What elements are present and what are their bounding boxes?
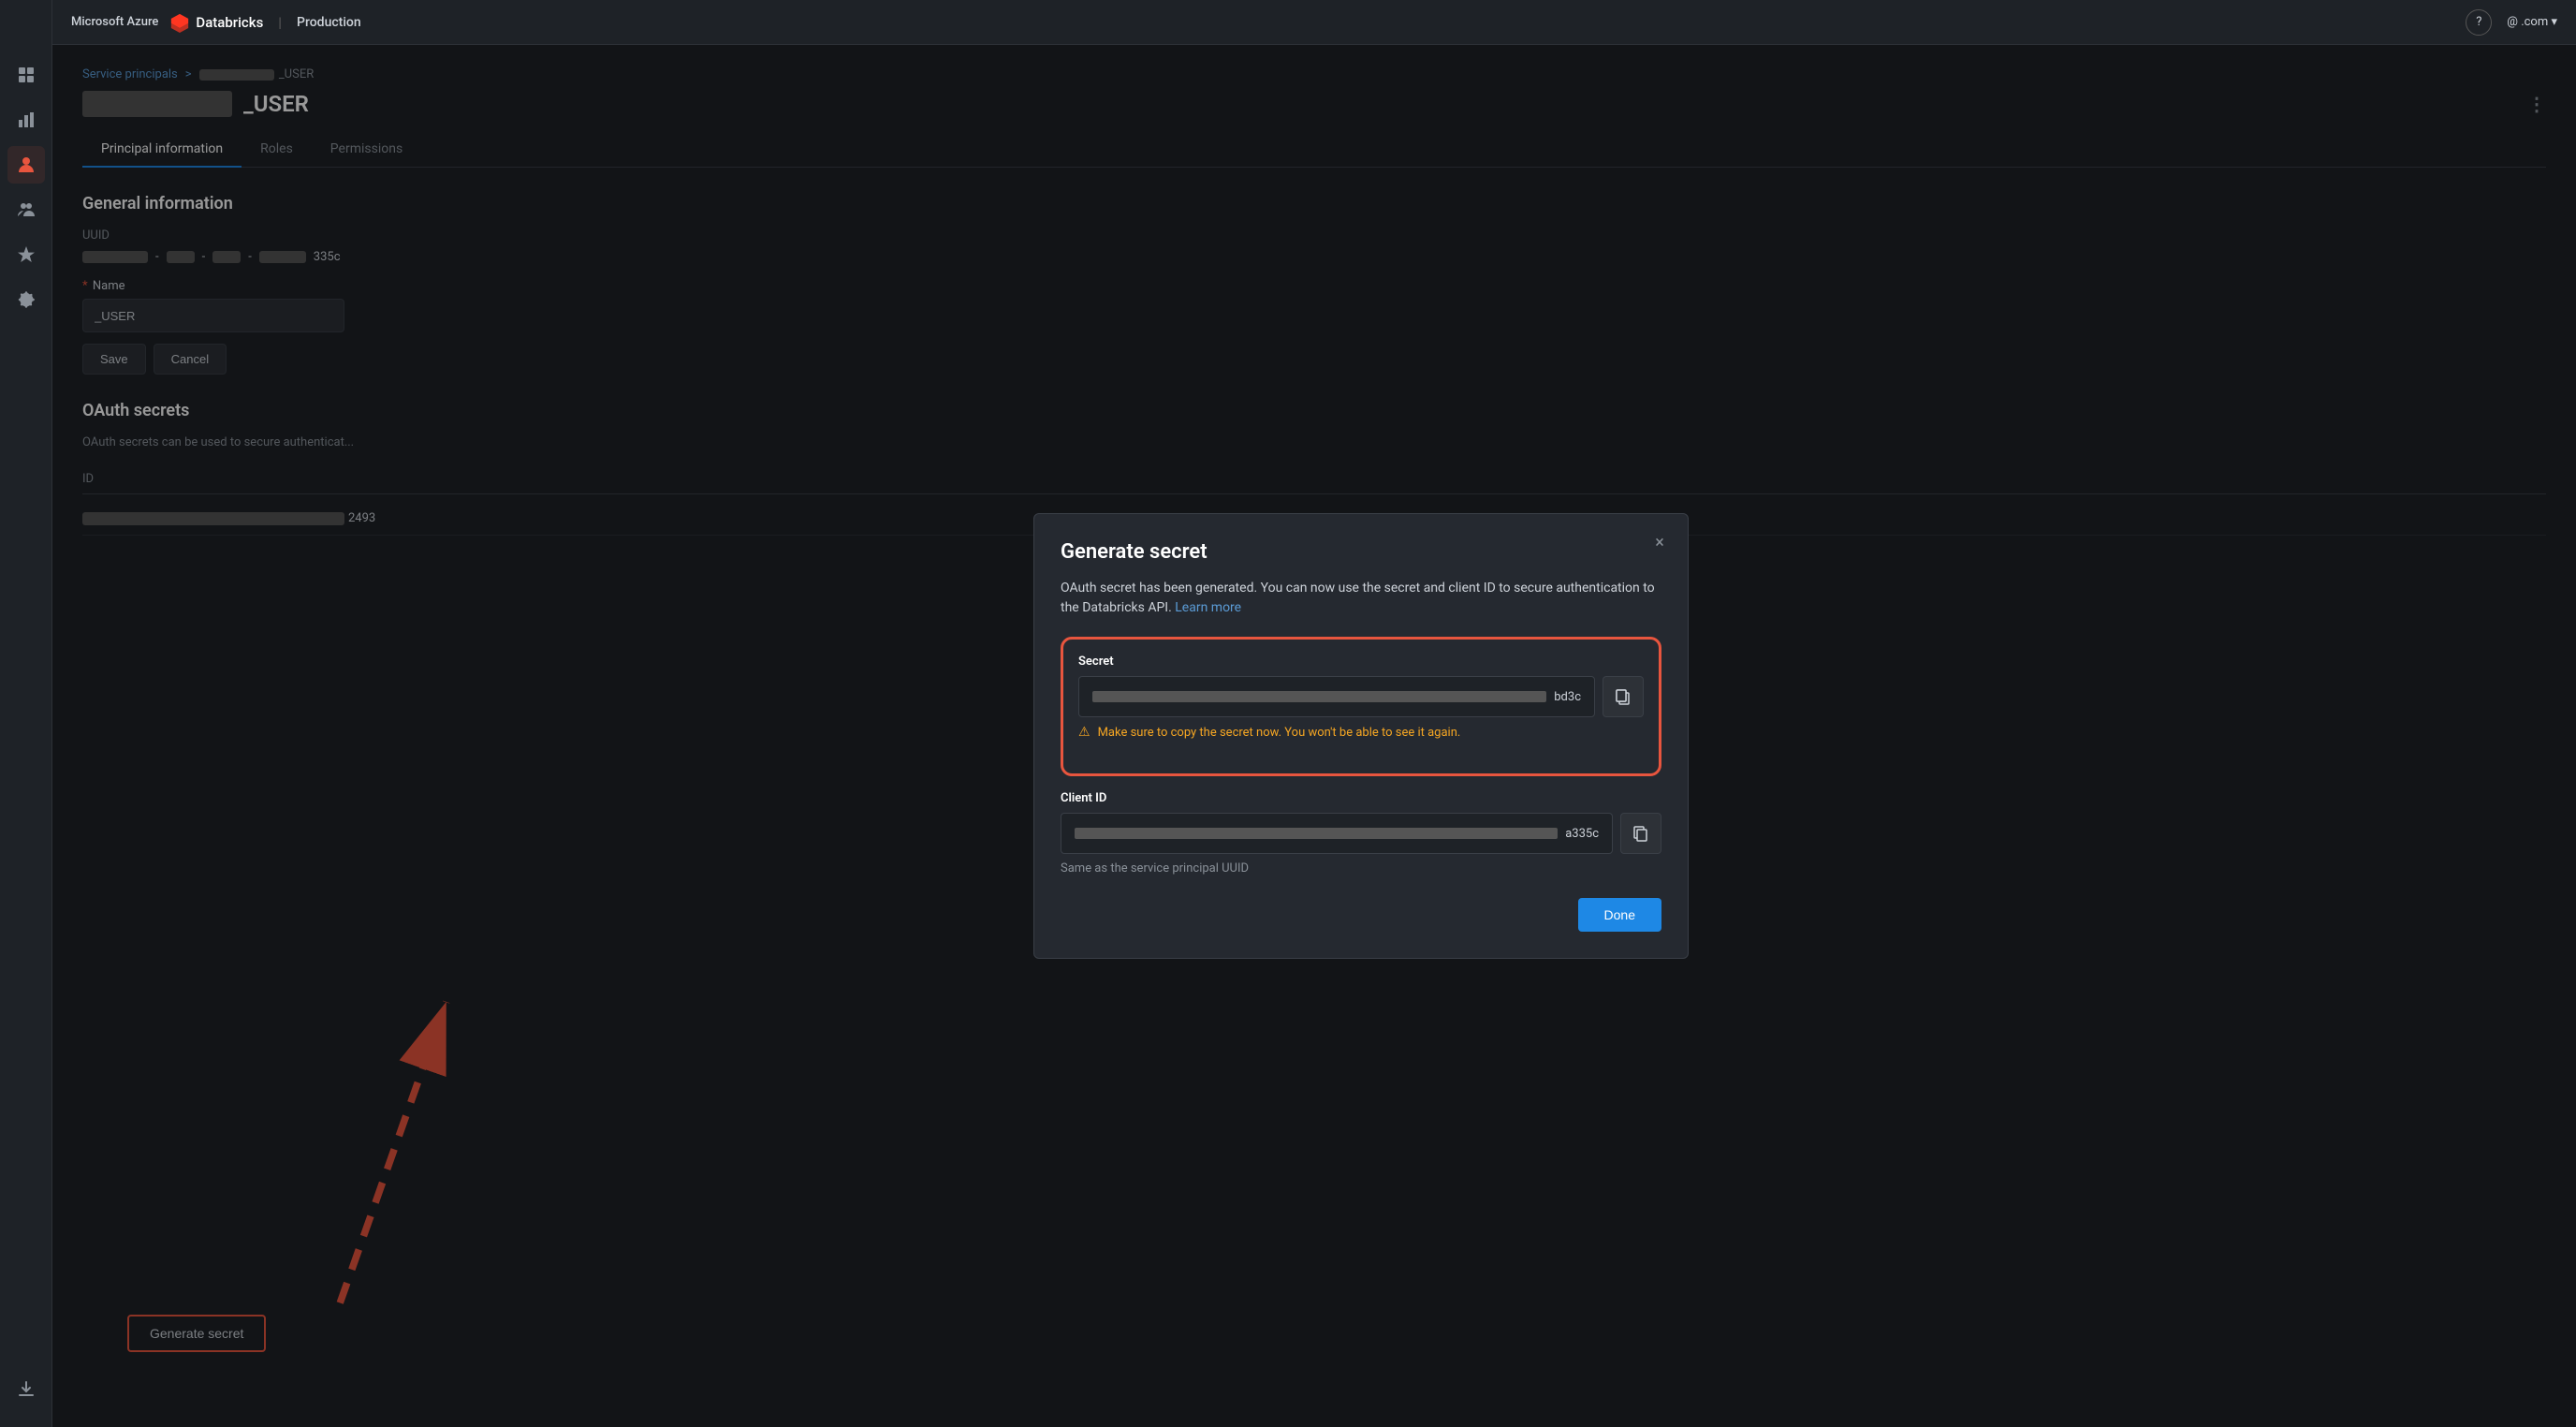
generate-secret-modal: Generate secret × OAuth secret has been … <box>1033 513 1689 959</box>
sidebar-item-export[interactable] <box>7 1371 45 1408</box>
sidebar-item-group[interactable] <box>7 191 45 228</box>
secret-section-label: Secret <box>1078 655 1644 669</box>
modal-close-button[interactable]: × <box>1647 529 1673 555</box>
main-content: Microsoft Azure Databricks | Production … <box>52 0 2576 1427</box>
sidebar-item-features[interactable] <box>7 236 45 273</box>
topbar-brand: Microsoft Azure Databricks | Production <box>71 12 361 33</box>
topbar: Microsoft Azure Databricks | Production … <box>52 0 2576 45</box>
secret-highlight-section: Secret bd3c <box>1061 637 1661 776</box>
modal-footer: Done <box>1061 898 1661 932</box>
databricks-label: Databricks <box>196 14 263 31</box>
warning-icon: ⚠ <box>1078 725 1090 740</box>
help-button[interactable]: ? <box>2466 9 2492 36</box>
client-id-input: a335c <box>1061 813 1613 854</box>
copy-client-id-button[interactable] <box>1620 813 1661 854</box>
client-id-redacted <box>1075 828 1558 839</box>
sidebar-item-settings[interactable] <box>7 281 45 318</box>
client-id-field-section: Client ID a335c <box>1061 791 1661 875</box>
modal-title: Generate secret <box>1061 540 1661 564</box>
learn-more-link[interactable]: Learn more <box>1175 600 1241 615</box>
secret-redacted <box>1092 691 1546 702</box>
client-id-section-label: Client ID <box>1061 791 1661 805</box>
client-id-value-suffix: a335c <box>1565 827 1599 841</box>
secret-value-suffix: bd3c <box>1554 690 1581 704</box>
sidebar-item-grid[interactable] <box>7 56 45 94</box>
sidebar-item-users[interactable] <box>7 146 45 184</box>
sidebar-item-chart[interactable] <box>7 101 45 139</box>
copy-secret-button[interactable] <box>1603 676 1644 717</box>
modal-overlay: Generate secret × OAuth secret has been … <box>52 45 2576 1427</box>
done-button[interactable]: Done <box>1578 898 1661 932</box>
page-content: Service principals > _USER _USER ⋮ Princ… <box>52 45 2576 1427</box>
modal-description: OAuth secret has been generated. You can… <box>1061 579 1661 618</box>
secret-input: bd3c <box>1078 676 1595 717</box>
topbar-right: ? @ .com ▾ <box>2466 9 2557 36</box>
client-id-hint: Same as the service principal UUID <box>1061 861 1661 875</box>
user-email[interactable]: @ .com ▾ <box>2507 15 2557 29</box>
sidebar <box>0 0 52 1427</box>
secret-field-section: Secret bd3c <box>1078 655 1644 740</box>
secret-input-row: bd3c <box>1078 676 1644 717</box>
warning-text: ⚠ Make sure to copy the secret now. You … <box>1078 725 1644 740</box>
workspace-label: Production <box>297 15 361 30</box>
client-id-input-row: a335c <box>1061 813 1661 854</box>
azure-label: Microsoft Azure <box>71 15 158 29</box>
databricks-logo: Databricks <box>169 12 263 33</box>
